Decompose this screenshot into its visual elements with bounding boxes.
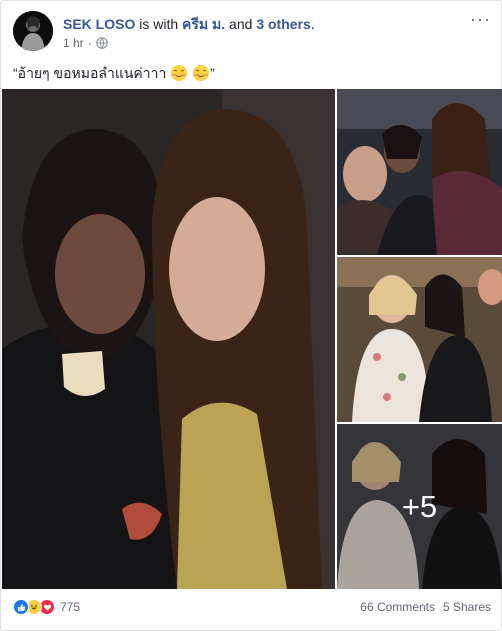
header-period: . bbox=[310, 16, 315, 32]
more-photos-count: +5 bbox=[401, 488, 438, 524]
avatar-image bbox=[13, 11, 53, 51]
globe-icon[interactable] bbox=[95, 37, 108, 49]
post-stats: 66 Comments 5 Shares bbox=[360, 599, 491, 615]
author-name-link[interactable]: SEK LOSO bbox=[63, 16, 135, 32]
post-footer: 775 66 Comments 5 Shares bbox=[13, 599, 491, 619]
post-header-title: SEK LOSO is with ครีม ม. and 3 others. bbox=[63, 15, 315, 33]
tagged-person-link[interactable]: ครีม ม. bbox=[182, 16, 225, 32]
smiling-face-icon bbox=[171, 65, 188, 81]
post-header: SEK LOSO is with ครีม ม. and 3 others. 1… bbox=[13, 10, 493, 55]
smiling-face-icon bbox=[193, 65, 210, 81]
post-message-text: “อ้ายๆ ขอหมอลำแนค่าาา bbox=[13, 65, 167, 81]
shares-count-link[interactable]: 5 Shares bbox=[443, 599, 491, 615]
and-text: and bbox=[225, 16, 257, 32]
post-message: “อ้ายๆ ขอหมอลำแนค่าาา ” bbox=[13, 63, 215, 83]
post-timestamp[interactable]: 1 hr bbox=[63, 35, 84, 51]
others-link[interactable]: 3 others bbox=[256, 16, 310, 32]
post-message-end: ” bbox=[210, 65, 215, 81]
author-avatar[interactable] bbox=[13, 11, 53, 51]
with-text: is with bbox=[135, 16, 183, 32]
comments-count-link[interactable]: 66 Comments bbox=[360, 599, 435, 615]
photo-thumbnail-2[interactable] bbox=[337, 257, 502, 422]
like-icon bbox=[13, 599, 29, 615]
photo-thumbnail-1[interactable] bbox=[337, 89, 502, 255]
reactions-summary[interactable]: 775 bbox=[13, 599, 80, 615]
meta-separator: · bbox=[87, 36, 92, 50]
facebook-post-card: SEK LOSO is with ครีม ม. and 3 others. 1… bbox=[0, 0, 502, 631]
ellipsis-icon[interactable]: ··· bbox=[470, 10, 491, 28]
photo-main[interactable] bbox=[2, 89, 335, 589]
reaction-count[interactable]: 775 bbox=[60, 599, 80, 615]
more-photos-overlay[interactable]: +5 bbox=[337, 424, 502, 589]
photo-grid: +5 bbox=[2, 89, 502, 589]
photo-thumbnail-3[interactable]: +5 bbox=[337, 424, 502, 589]
post-meta: 1 hr · bbox=[63, 35, 108, 51]
